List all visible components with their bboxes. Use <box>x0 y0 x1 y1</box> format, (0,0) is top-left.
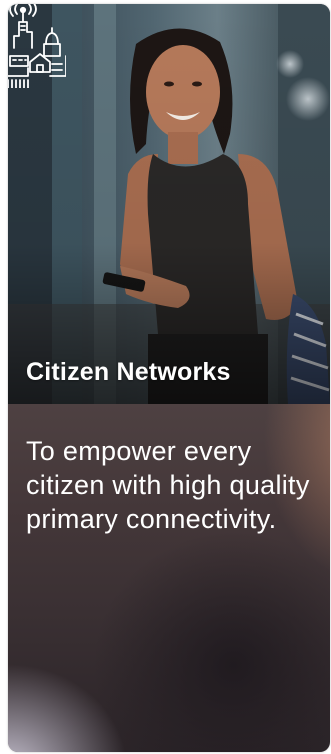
card-title: Citizen Networks <box>26 358 231 386</box>
card-description: To empower every citizen with high quali… <box>26 436 310 534</box>
card-photo: Citizen Networks <box>8 4 330 404</box>
feature-card[interactable]: Citizen Networks To empower every citize… <box>8 4 330 752</box>
card-description-area: To empower every citizen with high quali… <box>8 404 330 752</box>
smart-city-antenna-icon <box>8 4 66 88</box>
